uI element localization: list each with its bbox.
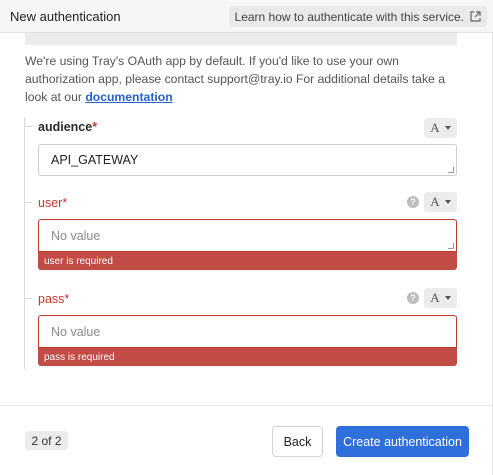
resize-handle-icon[interactable]	[448, 243, 454, 249]
type-glyph-icon: A	[430, 290, 440, 305]
type-glyph-icon: A	[430, 194, 440, 209]
user-error-message: user is required	[38, 252, 457, 270]
pass-input[interactable]: No value	[38, 315, 457, 348]
user-label-text: user	[38, 196, 63, 210]
learn-auth-link-label: Learn how to authenticate with this serv…	[234, 9, 464, 24]
chevron-down-icon	[444, 126, 451, 130]
chevron-down-icon	[444, 200, 451, 204]
step-indicator: 2 of 2	[25, 431, 68, 450]
modal-title: New authentication	[10, 9, 121, 24]
pass-label: pass*	[38, 292, 69, 306]
user-type-selector[interactable]: A	[424, 192, 457, 212]
audience-type-selector[interactable]: A	[424, 118, 457, 138]
pass-input-placeholder: No value	[51, 324, 101, 339]
back-button[interactable]: Back	[272, 426, 323, 457]
user-input-placeholder: No value	[51, 228, 101, 243]
user-input[interactable]: No value	[38, 219, 457, 252]
required-mark: *	[62, 196, 68, 210]
type-glyph-icon: A	[430, 120, 440, 135]
pass-label-text: pass	[38, 292, 65, 306]
oauth-info-text: We're using Tray's OAuth app by default.…	[25, 52, 465, 106]
resize-handle-icon[interactable]	[448, 167, 454, 173]
modal-header: New authentication Learn how to authenti…	[0, 0, 493, 33]
help-icon[interactable]: ?	[407, 292, 419, 304]
rail-tick	[24, 126, 32, 127]
rail-tick	[24, 202, 32, 203]
audience-input[interactable]: API_GATEWAY	[38, 144, 457, 176]
required-mark: *	[64, 292, 70, 306]
required-mark: *	[92, 120, 98, 134]
pass-error-message: pass is required	[38, 348, 457, 366]
learn-auth-link[interactable]: Learn how to authenticate with this serv…	[228, 6, 487, 27]
help-icon[interactable]: ?	[407, 196, 419, 208]
documentation-link[interactable]: documentation	[85, 90, 172, 104]
footer-divider	[0, 405, 493, 406]
chevron-down-icon	[444, 296, 451, 300]
pass-type-selector[interactable]: A	[424, 288, 457, 308]
audience-label-text: audience	[38, 120, 93, 134]
external-link-icon	[470, 11, 481, 22]
create-authentication-button[interactable]: Create authentication	[336, 426, 469, 457]
rail-tick	[24, 298, 32, 299]
audience-label: audience*	[38, 120, 97, 134]
fields-rail	[24, 117, 25, 369]
scrolled-field-bottom	[25, 33, 457, 45]
user-label: user*	[38, 196, 67, 210]
audience-input-value: API_GATEWAY	[51, 153, 139, 167]
